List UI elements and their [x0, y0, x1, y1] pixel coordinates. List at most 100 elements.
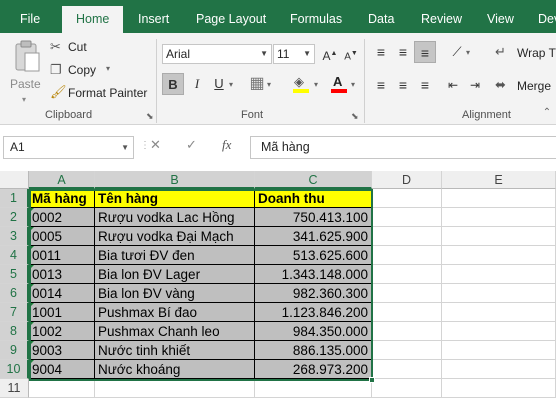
- row-header[interactable]: 11: [0, 379, 29, 398]
- fill-handle[interactable]: [369, 377, 375, 383]
- orientation-icon[interactable]: ⟋: [446, 41, 468, 63]
- underline-dropdown-icon[interactable]: ▾: [229, 80, 233, 89]
- cell[interactable]: Rượu vodka Lac Hồng: [95, 208, 255, 227]
- cell[interactable]: [372, 379, 442, 398]
- cell[interactable]: 0013: [29, 265, 95, 284]
- tab-data[interactable]: Data: [368, 0, 394, 33]
- cell[interactable]: [442, 360, 556, 379]
- row-header[interactable]: 6: [0, 284, 29, 303]
- tab-insert[interactable]: Insert: [138, 0, 169, 33]
- align-left-icon[interactable]: ≡: [370, 74, 392, 96]
- cell[interactable]: [442, 189, 556, 208]
- copy-button[interactable]: ❐ Copy ▾: [48, 61, 148, 79]
- cell[interactable]: [372, 303, 442, 322]
- cell[interactable]: 1.343.148.000: [255, 265, 372, 284]
- tab-file[interactable]: File: [20, 0, 40, 33]
- cell[interactable]: 886.135.000: [255, 341, 372, 360]
- align-right-icon[interactable]: ≡: [414, 74, 436, 96]
- cell[interactable]: [29, 379, 95, 398]
- cell[interactable]: [372, 265, 442, 284]
- cell[interactable]: 0002: [29, 208, 95, 227]
- borders-dropdown-icon[interactable]: ▾: [267, 80, 271, 89]
- tab-page-layout[interactable]: Page Layout: [196, 0, 266, 33]
- borders-icon[interactable]: ▦: [246, 73, 268, 95]
- underline-button[interactable]: U: [208, 73, 230, 95]
- cell[interactable]: 750.413.100: [255, 208, 372, 227]
- cell[interactable]: Rượu vodka Đại Mạch: [95, 227, 255, 246]
- cell[interactable]: [372, 284, 442, 303]
- cell[interactable]: [372, 322, 442, 341]
- select-all-corner[interactable]: [0, 171, 29, 189]
- row-header[interactable]: 2: [0, 208, 29, 227]
- paste-button[interactable]: Paste: [8, 39, 44, 97]
- header-cell[interactable]: Tên hàng: [95, 189, 255, 208]
- align-middle-icon[interactable]: ≡: [392, 41, 414, 63]
- font-launcher-icon[interactable]: ⬊: [351, 111, 359, 122]
- cell[interactable]: [372, 189, 442, 208]
- fill-color-dropdown-icon[interactable]: ▾: [314, 80, 318, 89]
- font-color-button[interactable]: A: [328, 73, 350, 95]
- cell[interactable]: 1.123.846.200: [255, 303, 372, 322]
- cut-button[interactable]: ✂ Cut: [48, 38, 148, 56]
- header-cell[interactable]: Mã hàng: [29, 189, 95, 208]
- orientation-dropdown-icon[interactable]: ▾: [466, 48, 470, 57]
- formula-input[interactable]: Mã hàng: [250, 136, 556, 159]
- column-header-e[interactable]: E: [442, 171, 556, 189]
- row-header[interactable]: 9: [0, 341, 29, 360]
- tab-home[interactable]: Home: [62, 6, 124, 33]
- row-header[interactable]: 4: [0, 246, 29, 265]
- cell[interactable]: [442, 303, 556, 322]
- row-header[interactable]: 8: [0, 322, 29, 341]
- fill-color-button[interactable]: ◈: [290, 73, 312, 95]
- bold-button[interactable]: B: [162, 73, 184, 95]
- cell[interactable]: [372, 208, 442, 227]
- column-header-c[interactable]: C: [255, 171, 372, 189]
- insert-function-icon[interactable]: fx: [222, 137, 231, 153]
- tab-developer[interactable]: Dev: [538, 0, 556, 33]
- column-header-b[interactable]: B: [95, 171, 255, 189]
- cancel-icon[interactable]: ✕: [150, 137, 161, 153]
- cell[interactable]: [442, 322, 556, 341]
- cell[interactable]: Bia tươi ĐV đen: [95, 246, 255, 265]
- cell[interactable]: 341.625.900: [255, 227, 372, 246]
- cell[interactable]: 0014: [29, 284, 95, 303]
- cell[interactable]: [442, 227, 556, 246]
- cell[interactable]: [255, 379, 372, 398]
- cell[interactable]: 9004: [29, 360, 95, 379]
- italic-button[interactable]: I: [186, 73, 208, 95]
- row-header[interactable]: 10: [0, 360, 29, 379]
- cell[interactable]: 0005: [29, 227, 95, 246]
- row-header[interactable]: 7: [0, 303, 29, 322]
- cell[interactable]: 0011: [29, 246, 95, 265]
- cell[interactable]: [372, 246, 442, 265]
- cell[interactable]: Pushmax Chanh leo: [95, 322, 255, 341]
- cell[interactable]: 268.973.200: [255, 360, 372, 379]
- cell[interactable]: 984.350.000: [255, 322, 372, 341]
- cell[interactable]: [372, 227, 442, 246]
- row-header[interactable]: 1: [0, 189, 29, 208]
- collapse-ribbon-icon[interactable]: ⌃: [540, 107, 554, 121]
- align-top-icon[interactable]: ≡: [370, 41, 392, 63]
- name-box-dropdown-icon[interactable]: ▼: [121, 137, 129, 158]
- cell[interactable]: Pushmax Bí đao: [95, 303, 255, 322]
- name-box[interactable]: A1 ▼: [3, 136, 134, 159]
- cell[interactable]: [442, 379, 556, 398]
- cell[interactable]: Nước khoáng: [95, 360, 255, 379]
- cell[interactable]: [95, 379, 255, 398]
- font-color-dropdown-icon[interactable]: ▾: [351, 80, 355, 89]
- decrease-font-size-icon[interactable]: A▼: [340, 43, 362, 65]
- copy-dropdown-icon[interactable]: ▾: [106, 64, 110, 73]
- cell[interactable]: [442, 284, 556, 303]
- cell[interactable]: [442, 246, 556, 265]
- cell[interactable]: [372, 341, 442, 360]
- font-name-select[interactable]: Arial ▼: [162, 44, 272, 64]
- cell[interactable]: Bia lon ĐV vàng: [95, 284, 255, 303]
- increase-font-size-icon[interactable]: A▲: [319, 43, 341, 65]
- cell[interactable]: [442, 208, 556, 227]
- cell[interactable]: Nước tinh khiết: [95, 341, 255, 360]
- align-bottom-icon[interactable]: ≡: [414, 41, 436, 63]
- decrease-indent-icon[interactable]: ⇤: [442, 74, 464, 96]
- tab-formulas[interactable]: Formulas: [290, 0, 342, 33]
- wrap-text-button[interactable]: ↵ Wrap T: [495, 43, 556, 63]
- tab-view[interactable]: View: [487, 0, 514, 33]
